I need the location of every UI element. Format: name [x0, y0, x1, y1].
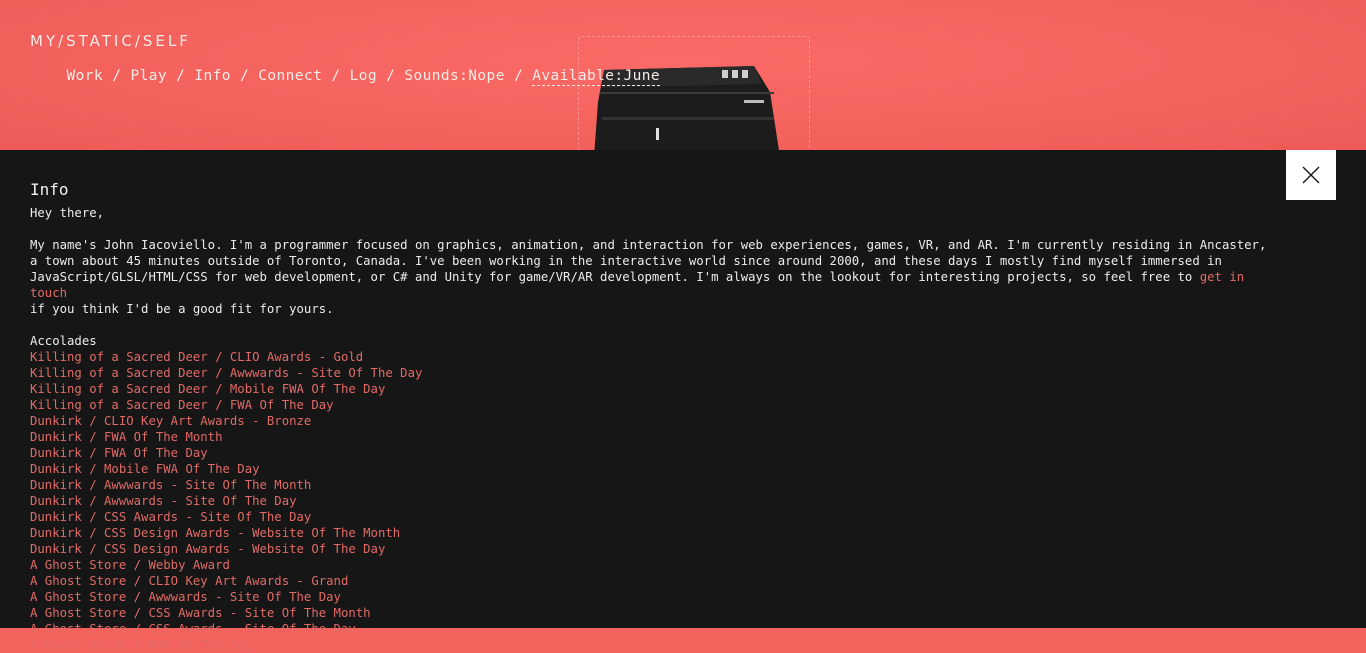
accolade-link[interactable]: Killing of a Sacred Deer / Mobile FWA Of…: [30, 381, 1270, 397]
info-panel: Info Hey there, My name's John Iacoviell…: [0, 150, 1366, 652]
accolade-link[interactable]: A Ghost Store / Webby Award: [30, 557, 1270, 573]
close-icon: [1302, 166, 1320, 184]
bio-text: Hey there, My name's John Iacoviello. I'…: [30, 205, 1270, 333]
nav-separator: /: [322, 68, 350, 84]
bio-paragraph: My name's John Iacoviello. I'm a program…: [30, 237, 1270, 317]
nav-info[interactable]: Info: [194, 68, 231, 84]
accolade-link[interactable]: Dunkirk / FWA Of The Day: [30, 445, 1270, 461]
accolade-link[interactable]: Dunkirk / Awwwards - Site Of The Month: [30, 477, 1270, 493]
accolade-link[interactable]: Killing of a Sacred Deer / FWA Of The Da…: [30, 397, 1270, 413]
bio-body: My name's John Iacoviello. I'm a program…: [30, 238, 1267, 284]
accolade-link[interactable]: A Ghost Store / FWA Of The Day: [30, 637, 1270, 653]
nav-separator: /: [504, 68, 533, 84]
nav-separator: /: [166, 68, 195, 84]
accolade-link[interactable]: Killing of a Sacred Deer / CLIO Awards -…: [30, 349, 1270, 365]
accolades-heading: Accolades: [30, 334, 97, 348]
accolade-link[interactable]: Killing of a Sacred Deer / Awwwards - Si…: [30, 365, 1270, 381]
accolade-link[interactable]: A Ghost Store / Awwwards - Site Of The D…: [30, 589, 1270, 605]
accolades-list: Accolades Killing of a Sacred Deer / CLI…: [30, 333, 1270, 653]
bio-tail: if you think I'd be a good fit for yours…: [30, 302, 334, 316]
panel-title: Info: [30, 180, 69, 199]
accolade-link[interactable]: Dunkirk / CSS Design Awards - Website Of…: [30, 525, 1270, 541]
nav-connect[interactable]: Connect: [258, 68, 322, 84]
accolade-link[interactable]: A Ghost Store / CLIO Key Art Awards - Gr…: [30, 573, 1270, 589]
accolade-link[interactable]: Dunkirk / CLIO Key Art Awards - Bronze: [30, 413, 1270, 429]
accolade-link[interactable]: Dunkirk / CSS Design Awards - Website Of…: [30, 541, 1270, 557]
greeting: Hey there,: [30, 206, 105, 220]
nav-separator: /: [103, 68, 131, 84]
hero-banner: MY/STATIC/SELF Work / Play / Info / Conn…: [0, 0, 1366, 150]
accolade-link[interactable]: A Ghost Store / CSS Awards - Site Of The…: [30, 621, 1270, 637]
close-button[interactable]: [1286, 150, 1336, 200]
info-content: Info Hey there, My name's John Iacoviell…: [30, 180, 1270, 653]
nav-separator: /: [377, 68, 405, 84]
nav-log[interactable]: Log: [350, 68, 377, 84]
accolade-link[interactable]: Dunkirk / FWA Of The Month: [30, 429, 1270, 445]
nav-sounds-toggle[interactable]: Sounds:Nope: [404, 68, 504, 84]
accolade-link[interactable]: Dunkirk / Awwwards - Site Of The Day: [30, 493, 1270, 509]
accolade-link[interactable]: A Ghost Store / CSS Awards - Site Of The…: [30, 605, 1270, 621]
site-logo[interactable]: MY/STATIC/SELF: [30, 32, 191, 50]
main-nav: Work / Play / Info / Connect / Log / Sou…: [30, 52, 661, 100]
accolade-link[interactable]: Dunkirk / Mobile FWA Of The Day: [30, 461, 1270, 477]
nav-availability[interactable]: Available:June: [532, 68, 661, 86]
nav-work[interactable]: Work: [67, 68, 104, 84]
nav-separator: /: [230, 68, 259, 84]
nav-play[interactable]: Play: [130, 68, 167, 84]
accolade-link[interactable]: Dunkirk / CSS Awards - Site Of The Day: [30, 509, 1270, 525]
